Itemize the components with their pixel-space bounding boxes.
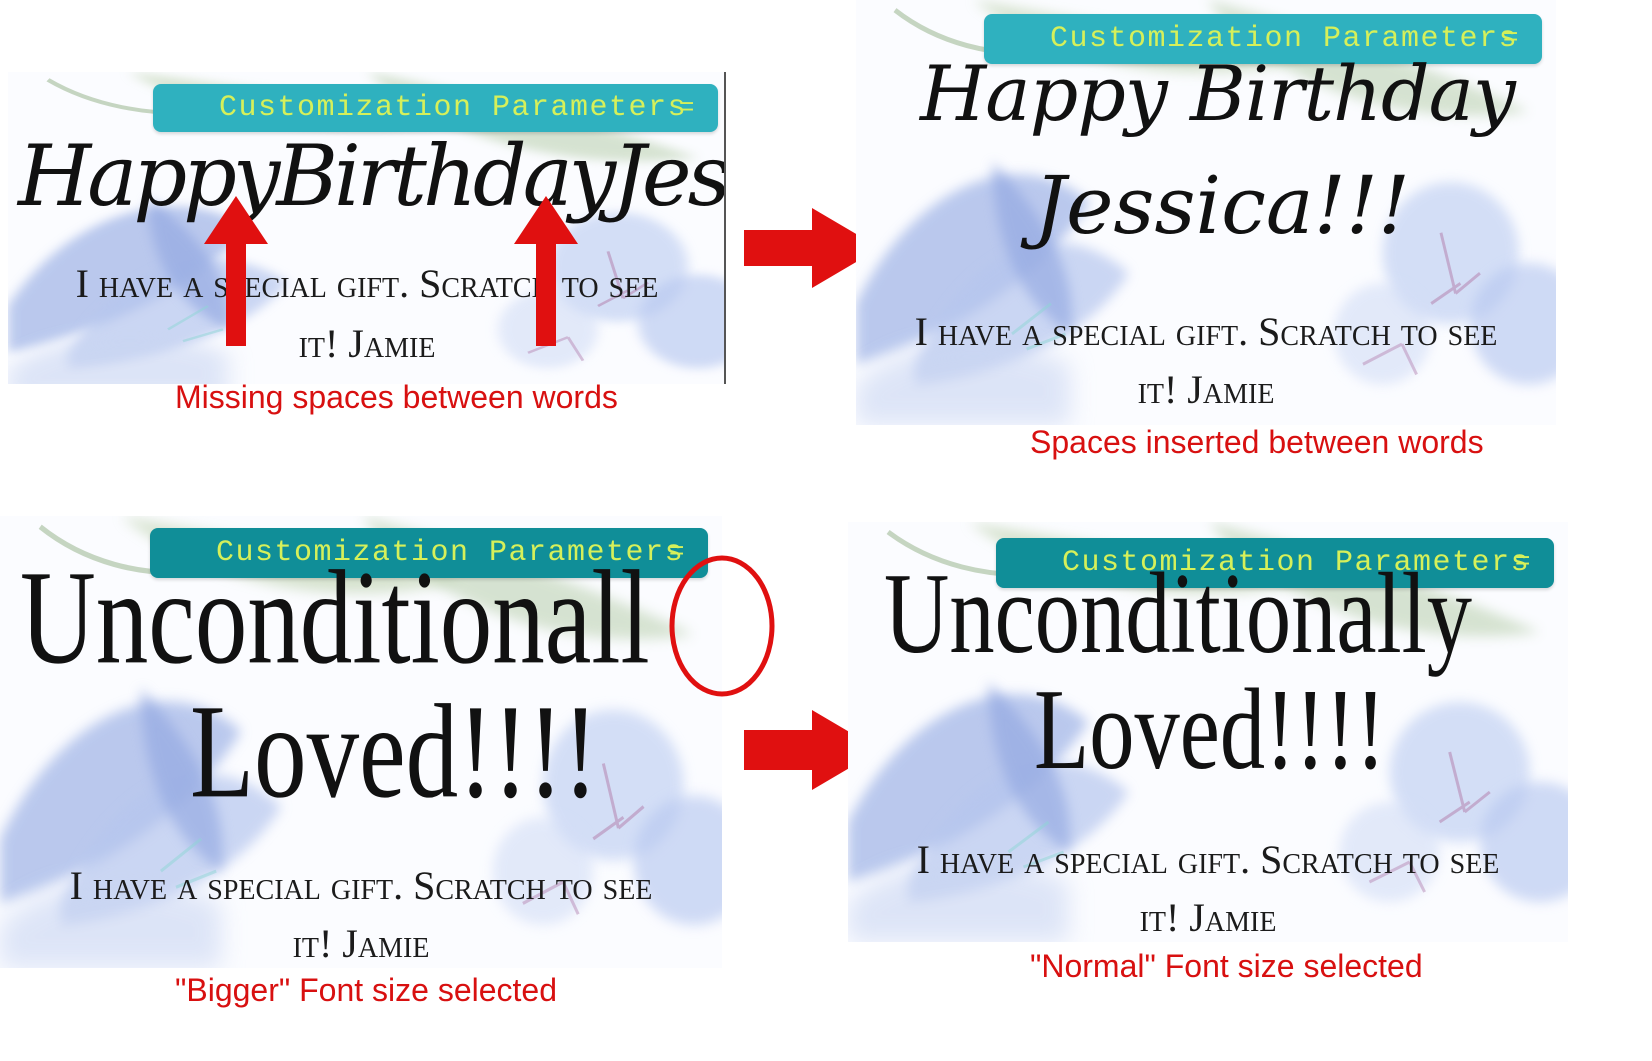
caption-normal-font: "Normal" Font size selected	[1030, 948, 1423, 984]
greeting-line-1: Unconditionally	[884, 550, 1473, 678]
panel-normal-font: Customization Parameters = Unconditional…	[848, 522, 1568, 942]
message-line-2: it! Jamie	[1139, 895, 1277, 940]
greeting-line-2: Loved!!!!	[1034, 666, 1386, 794]
menu-icon[interactable]: =	[1515, 547, 1532, 577]
message-line-1: I have a special gift. Scratch to see	[916, 837, 1500, 882]
